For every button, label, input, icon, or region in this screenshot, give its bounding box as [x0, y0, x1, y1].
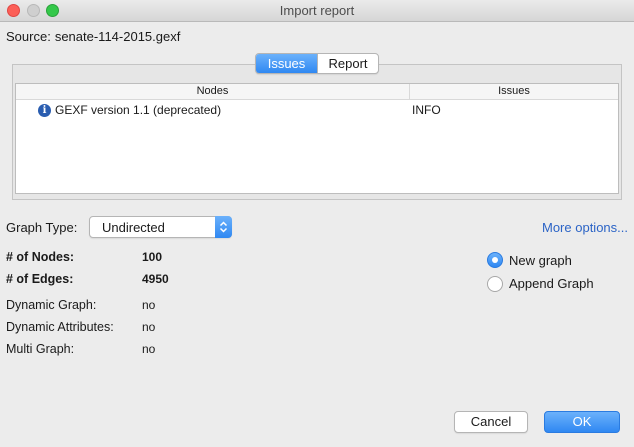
issue-level: INFO [412, 103, 441, 117]
graph-type-value: Undirected [102, 220, 165, 235]
info-icon: i [38, 103, 51, 117]
edges-count-value: 4950 [142, 272, 169, 286]
new-graph-radio[interactable] [487, 252, 503, 268]
issues-table: Nodes Issues i GEXF version 1.1 (depreca… [15, 83, 619, 194]
dynamic-attributes-value: no [142, 320, 156, 334]
window-title: Import report [279, 3, 355, 18]
append-graph-label[interactable]: Append Graph [509, 276, 594, 291]
dynamic-attributes-label: Dynamic Attributes: [6, 320, 114, 334]
issue-message-cell: i GEXF version 1.1 (deprecated) [16, 103, 410, 117]
cancel-button[interactable]: Cancel [454, 411, 528, 433]
multi-graph-value: no [142, 342, 156, 356]
dynamic-graph-value: no [142, 298, 156, 312]
nodes-count-label: # of Nodes: [6, 250, 75, 264]
graph-type-label: Graph Type: [6, 220, 78, 235]
tab-issues[interactable]: Issues [256, 54, 317, 73]
dynamic-graph-label: Dynamic Graph: [6, 298, 97, 312]
source-line: Source: senate-114-2015.gexf [6, 29, 180, 44]
tab-bar: Issues Report [255, 53, 379, 74]
column-header-issues[interactable]: Issues [410, 84, 618, 99]
title-bar: Import report [0, 0, 634, 22]
column-header-nodes[interactable]: Nodes [16, 84, 410, 99]
issue-message: GEXF version 1.1 (deprecated) [55, 103, 222, 117]
ok-button[interactable]: OK [544, 411, 620, 433]
source-file: senate-114-2015.gexf [54, 29, 181, 44]
source-label: Source: [6, 29, 51, 44]
append-graph-radio[interactable] [487, 276, 503, 292]
multi-graph-label: Multi Graph: [6, 342, 75, 356]
edges-count-label: # of Edges: [6, 272, 74, 286]
tab-report[interactable]: Report [317, 54, 378, 73]
chevron-updown-icon [215, 216, 232, 238]
table-header: Nodes Issues [16, 84, 618, 100]
graph-type-select[interactable]: Undirected [89, 216, 232, 238]
more-options-link[interactable]: More options... [542, 220, 628, 235]
new-graph-label[interactable]: New graph [509, 253, 572, 268]
nodes-count-value: 100 [142, 250, 163, 264]
table-row[interactable]: i GEXF version 1.1 (deprecated) INFO [16, 100, 618, 120]
